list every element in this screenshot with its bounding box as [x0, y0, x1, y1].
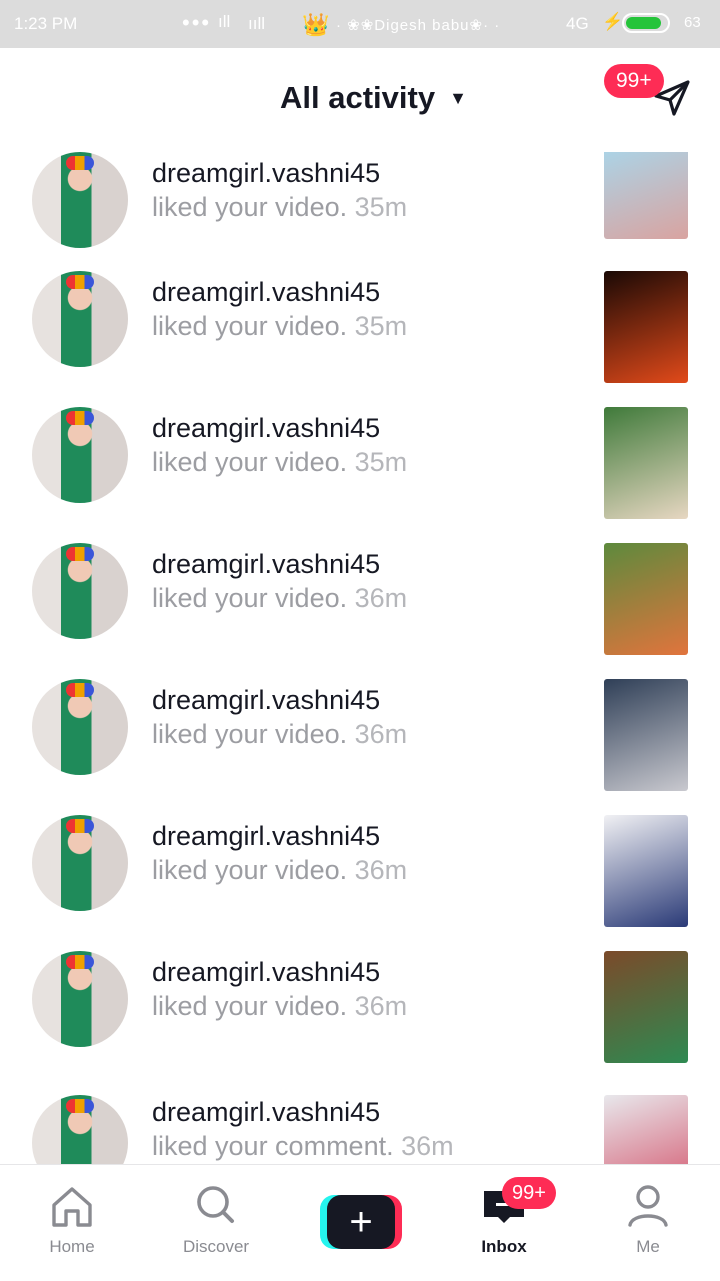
battery-percent: 63 — [684, 14, 701, 31]
tab-discover-label: Discover — [182, 1237, 250, 1256]
activity-list[interactable]: dreamgirl.vashni45 liked your video. 35m d… — [0, 152, 720, 1164]
notification-action: liked your video. — [152, 192, 348, 222]
notification-time: 36m — [354, 719, 408, 749]
battery-icon — [622, 13, 670, 33]
video-thumbnail[interactable] — [604, 271, 688, 383]
notification-text: liked your video. 35m — [152, 311, 407, 342]
inbox-count-badge: 99+ — [502, 1177, 556, 1209]
profile-icon — [628, 1185, 668, 1227]
list-item[interactable]: dreamgirl.vashni45 liked your video. 36m — [0, 679, 720, 791]
tab-me-label: Me — [636, 1237, 660, 1256]
user-avatar[interactable] — [32, 152, 128, 248]
user-avatar[interactable] — [32, 679, 128, 775]
video-thumbnail[interactable] — [604, 679, 688, 791]
user-avatar[interactable] — [32, 407, 128, 503]
tab-me[interactable]: Me — [588, 1183, 708, 1257]
notification-text: liked your video. 35m — [152, 447, 407, 478]
video-thumbnail[interactable] — [604, 407, 688, 519]
notification-username[interactable]: dreamgirl.vashni45 — [152, 957, 380, 988]
notification-text: liked your video. 36m — [152, 719, 407, 750]
tab-discover[interactable]: Discover — [156, 1183, 276, 1257]
video-thumbnail[interactable] — [604, 152, 688, 239]
plus-icon: + — [349, 1200, 373, 1244]
battery-level — [626, 17, 662, 29]
signal-icon: ıll — [218, 12, 231, 31]
notification-action: liked your video. — [152, 447, 348, 477]
notification-username[interactable]: dreamgirl.vashni45 — [152, 821, 380, 852]
video-thumbnail[interactable] — [604, 951, 688, 1063]
video-thumbnail[interactable] — [604, 1095, 688, 1164]
notification-text: liked your video. 35m — [152, 192, 407, 223]
list-item[interactable]: dreamgirl.vashni45 liked your comment. 36… — [0, 1095, 720, 1164]
list-item[interactable]: dreamgirl.vashni45 liked your video. 35m — [0, 152, 720, 264]
notification-time: 36m — [354, 583, 408, 613]
status-bar: 1:23 PM ••• ıll ııll 👑 · ❀❀Digesh babu❀·… — [0, 0, 720, 48]
notification-username[interactable]: dreamgirl.vashni45 — [152, 685, 380, 716]
notification-time: 35m — [354, 447, 408, 477]
list-item[interactable]: dreamgirl.vashni45 liked your video. 36m — [0, 543, 720, 655]
status-time: 1:23 PM — [14, 14, 78, 33]
notification-username[interactable]: dreamgirl.vashni45 — [152, 1097, 380, 1128]
user-avatar[interactable] — [32, 271, 128, 367]
create-video-button[interactable]: + — [320, 1195, 402, 1249]
user-avatar[interactable] — [32, 815, 128, 911]
tab-home[interactable]: Home — [12, 1183, 132, 1257]
bottom-tab-bar: Home Discover + Inbox 99+ Me — [0, 1164, 720, 1281]
notification-username[interactable]: dreamgirl.vashni45 — [152, 158, 380, 189]
user-avatar[interactable] — [32, 543, 128, 639]
notification-time: 36m — [354, 991, 408, 1021]
charging-icon: ⚡ — [602, 12, 624, 31]
notification-username[interactable]: dreamgirl.vashni45 — [152, 277, 380, 308]
signal-strength-icon: ııll — [248, 14, 265, 33]
home-icon — [52, 1187, 92, 1227]
notification-text: liked your video. 36m — [152, 991, 407, 1022]
notification-action: liked your video. — [152, 991, 348, 1021]
notification-text: liked your video. 36m — [152, 583, 407, 614]
notification-text: liked your video. 36m — [152, 855, 407, 886]
notification-time: 36m — [401, 1131, 454, 1161]
crown-icon: 👑 — [302, 12, 330, 37]
tab-inbox-label: Inbox — [481, 1237, 527, 1256]
notification-username[interactable]: dreamgirl.vashni45 — [152, 549, 380, 580]
notification-time: 35m — [354, 192, 408, 222]
notification-time: 36m — [354, 855, 408, 885]
notification-username[interactable]: dreamgirl.vashni45 — [152, 413, 380, 444]
video-thumbnail[interactable] — [604, 543, 688, 655]
search-icon — [197, 1186, 234, 1223]
caret-down-icon: ▼ — [449, 87, 467, 108]
activity-filter-dropdown[interactable]: All activity ▼ — [280, 80, 467, 116]
notification-time: 35m — [354, 311, 408, 341]
list-item[interactable]: dreamgirl.vashni45 liked your video. 36m — [0, 815, 720, 927]
network-type: 4G — [566, 14, 589, 33]
video-thumbnail[interactable] — [604, 815, 688, 927]
notification-dots-icon: ••• — [182, 10, 212, 35]
notification-action: liked your video. — [152, 311, 348, 341]
header: All activity ▼ 99+ — [0, 48, 720, 152]
message-count-badge: 99+ — [604, 64, 664, 98]
list-item[interactable]: dreamgirl.vashni45 liked your video. 35m — [0, 407, 720, 519]
list-item[interactable]: dreamgirl.vashni45 liked your video. 35m — [0, 271, 720, 383]
user-avatar[interactable] — [32, 951, 128, 1047]
notification-action: liked your video. — [152, 719, 348, 749]
page-title: All activity — [280, 80, 436, 115]
status-ticker: · ❀❀Digesh babu❀· · — [336, 17, 501, 34]
notification-action: liked your video. — [152, 855, 348, 885]
notification-action: liked your video. — [152, 583, 348, 613]
notification-text: liked your comment. 36m — [152, 1131, 454, 1162]
user-avatar[interactable] — [32, 1095, 128, 1164]
tab-home-label: Home — [49, 1237, 95, 1256]
notification-action: liked your comment. — [152, 1131, 394, 1161]
list-item[interactable]: dreamgirl.vashni45 liked your video. 36m — [0, 951, 720, 1063]
